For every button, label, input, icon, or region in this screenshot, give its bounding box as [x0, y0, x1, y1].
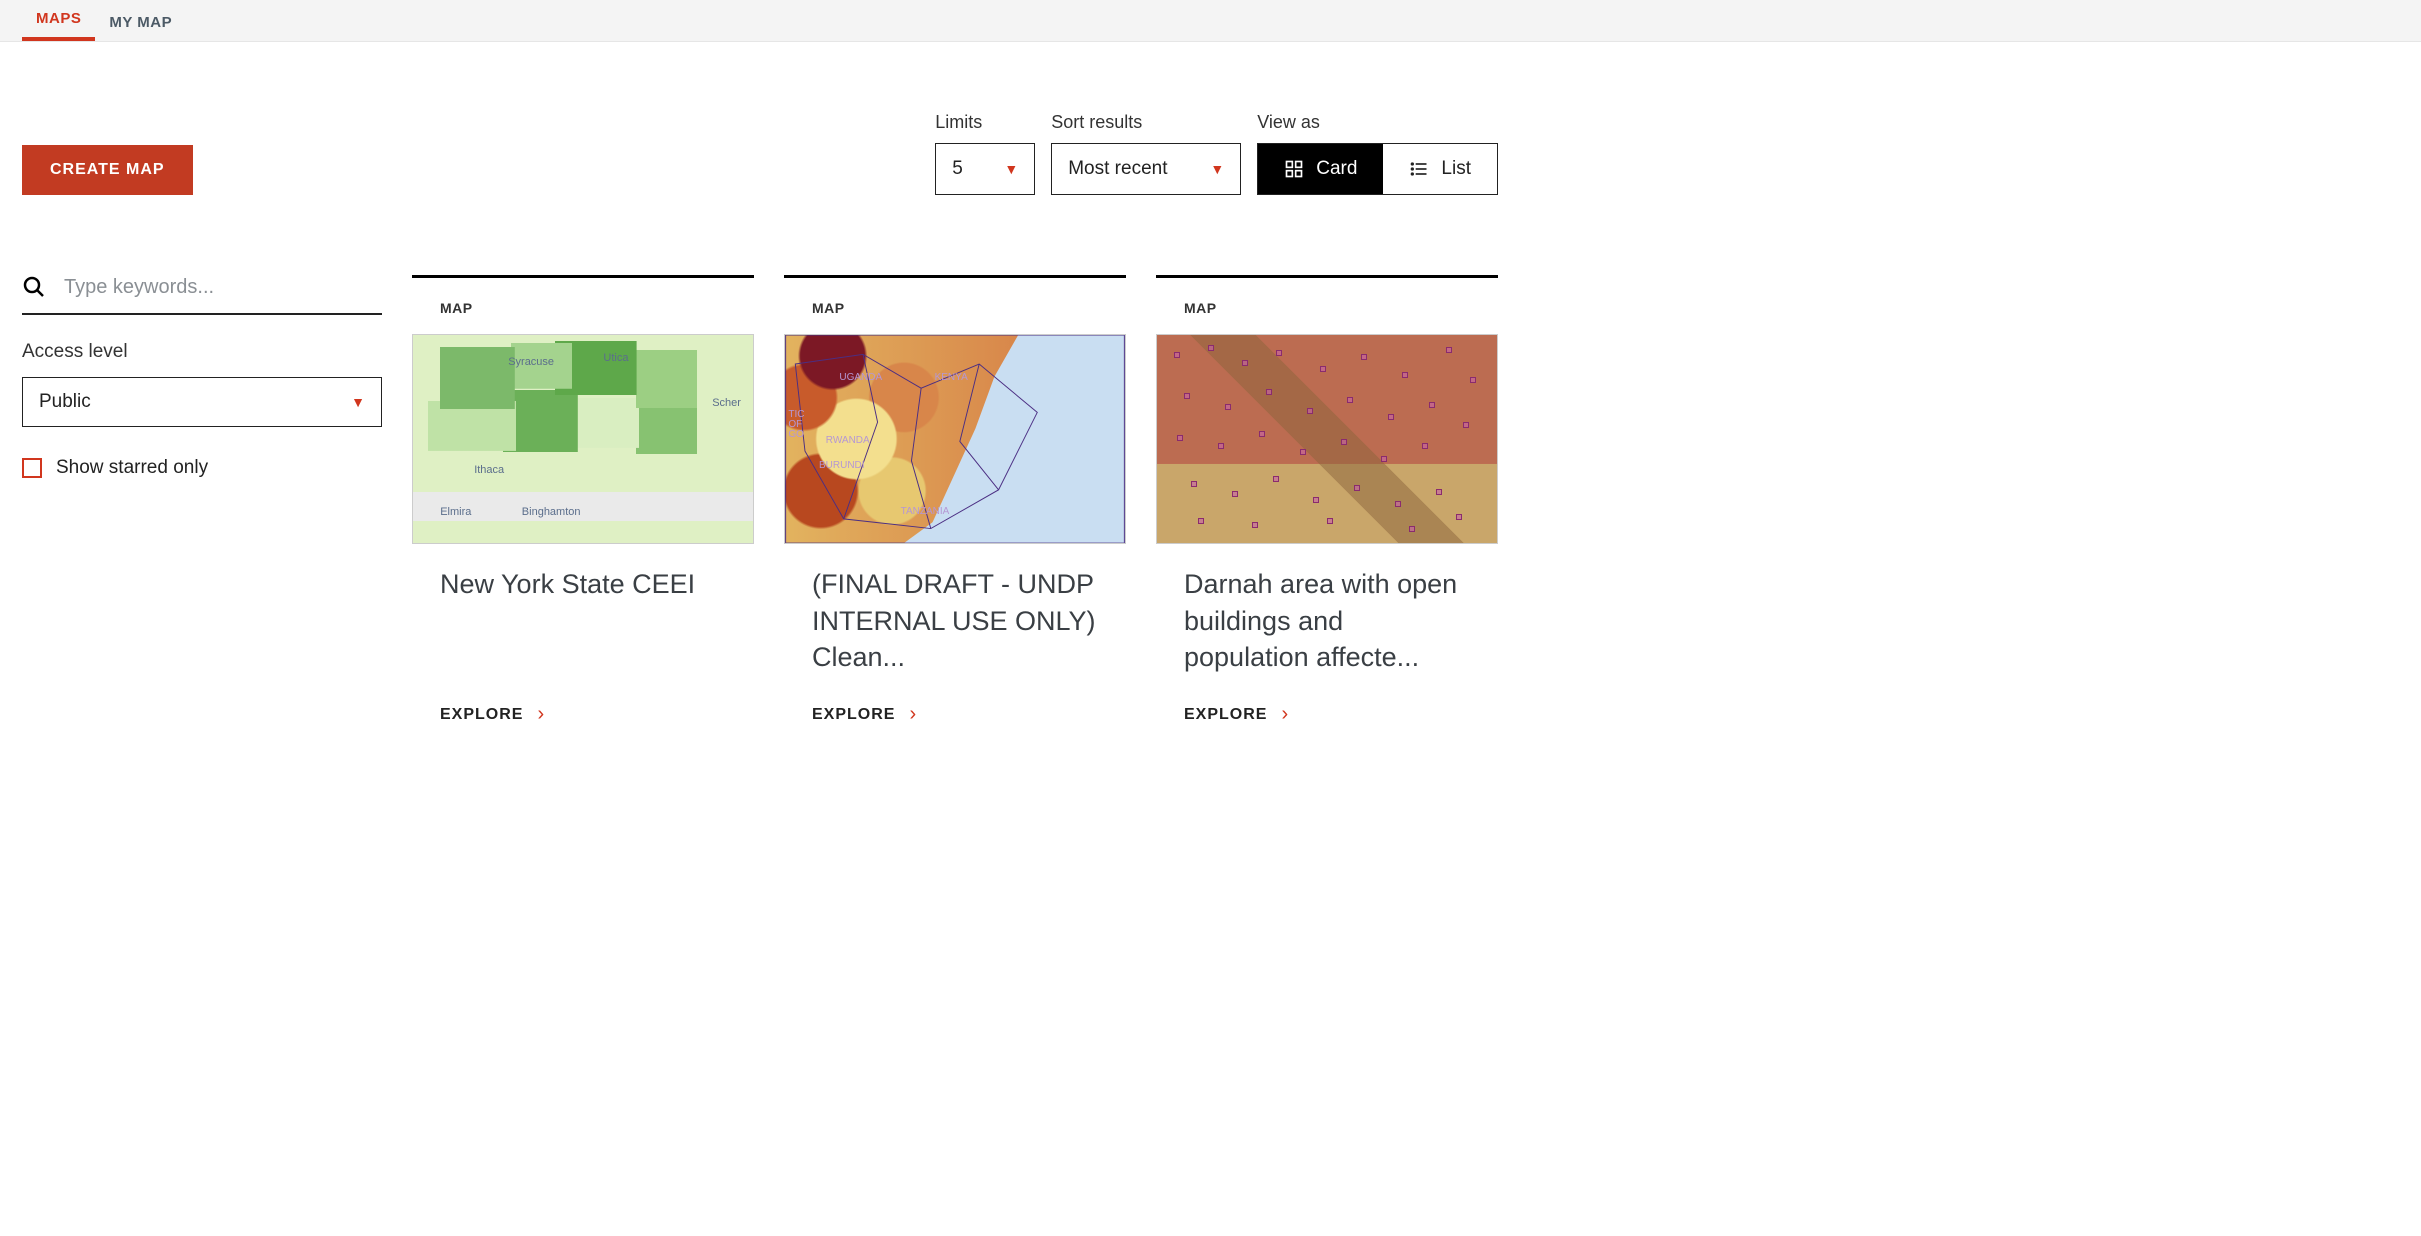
- card-type-label: MAP: [784, 282, 1126, 334]
- access-level-value: Public: [39, 391, 91, 413]
- tab-maps[interactable]: MAPS: [22, 0, 95, 41]
- thumb-label: TIC OF GO: [788, 410, 818, 440]
- limits-select[interactable]: 5 ▼: [935, 143, 1035, 195]
- top-tabs: MAPS MY MAP: [0, 0, 2421, 42]
- grid-icon: [1284, 159, 1304, 179]
- cards-grid: MAP Syracuse Utica Scher Ithaca Elmira B…: [412, 275, 1498, 726]
- sort-value: Most recent: [1068, 158, 1167, 180]
- search-icon: [22, 275, 46, 299]
- viewas-label: View as: [1257, 112, 1498, 133]
- thumb-label: Scher: [712, 397, 741, 409]
- limits-value: 5: [952, 158, 963, 180]
- results-controls: Limits 5 ▼ Sort results Most recent ▼ Vi…: [935, 112, 1498, 195]
- view-card-button[interactable]: Card: [1258, 144, 1383, 194]
- tab-my-map[interactable]: MY MAP: [95, 4, 186, 41]
- thumb-label: UGANDA: [839, 372, 882, 383]
- view-list-button[interactable]: List: [1383, 144, 1497, 194]
- access-level-select[interactable]: Public ▼: [22, 377, 382, 427]
- explore-button[interactable]: EXPLORE ›: [784, 703, 1126, 726]
- card-title: New York State CEEI: [412, 566, 754, 681]
- view-card-label: Card: [1316, 158, 1357, 180]
- thumb-label: TANZANIA: [901, 506, 950, 517]
- card-type-label: MAP: [412, 282, 754, 334]
- view-list-label: List: [1441, 158, 1471, 180]
- map-thumbnail[interactable]: UGANDA KENYA RWANDA BURUNDI TANZANIA TIC…: [784, 334, 1126, 544]
- thumb-label: Syracuse: [508, 356, 554, 368]
- chevron-down-icon: ▼: [1210, 161, 1224, 177]
- access-level-label: Access level: [22, 341, 382, 363]
- checkbox-icon: [22, 458, 42, 478]
- explore-button[interactable]: EXPLORE ›: [1156, 703, 1498, 726]
- explore-label: EXPLORE: [440, 706, 523, 724]
- card-title: (FINAL DRAFT - UNDP INTERNAL USE ONLY) C…: [784, 566, 1126, 681]
- chevron-right-icon: ›: [909, 703, 917, 726]
- chevron-right-icon: ›: [537, 703, 545, 726]
- thumb-label: Ithaca: [474, 464, 504, 476]
- chevron-down-icon: ▼: [1004, 161, 1018, 177]
- card-title: Darnah area with open buildings and popu…: [1156, 566, 1498, 681]
- starred-only-checkbox[interactable]: Show starred only: [22, 457, 382, 479]
- search-field[interactable]: [22, 275, 382, 315]
- map-card: MAP Syracuse Utica Scher Ithaca Elmira B…: [412, 275, 754, 726]
- thumb-label: Binghamton: [522, 506, 581, 518]
- filter-sidebar: Access level Public ▼ Show starred only: [22, 275, 382, 479]
- thumb-label: RWANDA: [826, 435, 870, 446]
- map-thumbnail[interactable]: Syracuse Utica Scher Ithaca Elmira Bingh…: [412, 334, 754, 544]
- card-type-label: MAP: [1156, 282, 1498, 334]
- map-card: MAP UGANDA KENYA RWANDA BURUNDI TANZANIA: [784, 275, 1126, 726]
- map-thumbnail[interactable]: [1156, 334, 1498, 544]
- sort-label: Sort results: [1051, 112, 1241, 133]
- view-toggle: Card List: [1257, 143, 1498, 195]
- limits-label: Limits: [935, 112, 1035, 133]
- starred-only-label: Show starred only: [56, 457, 208, 479]
- explore-label: EXPLORE: [812, 706, 895, 724]
- thumb-label: BURUNDI: [819, 460, 865, 471]
- map-card: MAP: [1156, 275, 1498, 726]
- chevron-down-icon: ▼: [351, 394, 365, 410]
- sort-select[interactable]: Most recent ▼: [1051, 143, 1241, 195]
- explore-button[interactable]: EXPLORE ›: [412, 703, 754, 726]
- chevron-right-icon: ›: [1281, 703, 1289, 726]
- search-input[interactable]: [64, 276, 382, 299]
- thumb-label: KENYA: [935, 372, 968, 383]
- explore-label: EXPLORE: [1184, 706, 1267, 724]
- list-icon: [1409, 159, 1429, 179]
- thumb-label: Utica: [603, 352, 628, 364]
- create-map-button[interactable]: CREATE MAP: [22, 145, 193, 195]
- thumb-label: Elmira: [440, 506, 471, 518]
